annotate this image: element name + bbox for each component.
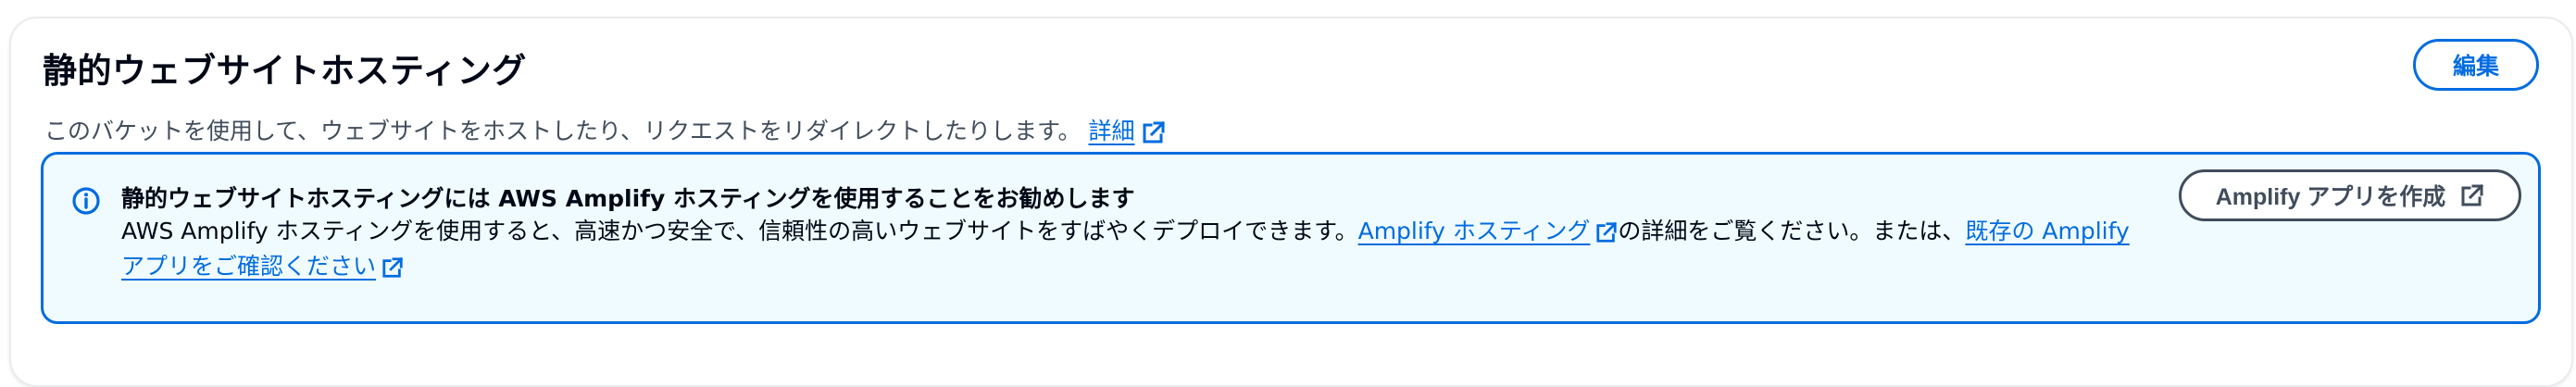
learn-more-label: 詳細 <box>1088 118 1135 144</box>
panel-title: 静的ウェブサイトホスティング <box>43 51 527 91</box>
existing-app-link-part2[interactable]: アプリをご確認ください <box>121 253 376 280</box>
panel-description: このバケットを使用して、ウェブサイトをホストしたり、リクエストをリダイレクトした… <box>44 113 1166 146</box>
external-link-icon <box>2460 183 2484 207</box>
alert-body-text-1: AWS Amplify ホスティングを使用すると、高速かつ安全で、信頼性の高いウ… <box>121 218 1358 244</box>
create-amplify-app-button[interactable]: Amplify アプリを作成 <box>2179 169 2521 221</box>
external-link-icon[interactable] <box>1142 120 1166 144</box>
alert-body-text-2: の詳細をご覧ください。または、 <box>1618 218 1966 244</box>
edit-button[interactable]: 編集 <box>2413 39 2539 91</box>
alert-title: 静的ウェブサイトホスティングには AWS Amplify ホスティングを使用する… <box>121 185 1135 212</box>
alert-body-line-2: アプリをご確認ください <box>121 249 2177 284</box>
alert-body: AWS Amplify ホスティングを使用すると、高速かつ安全で、信頼性の高いウ… <box>121 214 2177 284</box>
amplify-hosting-link[interactable]: Amplify ホスティング <box>1358 218 1591 244</box>
existing-app-link-part1[interactable]: 既存の Amplify <box>1965 218 2129 244</box>
static-website-hosting-panel: 静的ウェブサイトホスティング このバケットを使用して、ウェブサイトをホストしたり… <box>9 17 2573 387</box>
alert-body-line-1: AWS Amplify ホスティングを使用すると、高速かつ安全で、信頼性の高いウ… <box>121 214 2177 249</box>
description-text: このバケットを使用して、ウェブサイトをホストしたり、リクエストをリダイレクトした… <box>44 118 1082 144</box>
amplify-recommendation-alert: 静的ウェブサイトホスティングには AWS Amplify ホスティングを使用する… <box>41 152 2541 324</box>
external-link-icon[interactable] <box>1595 221 1618 243</box>
learn-more-link[interactable]: 詳細 <box>1088 118 1134 144</box>
create-amplify-app-label: Amplify アプリを作成 <box>2215 184 2446 210</box>
info-icon <box>71 186 101 216</box>
external-link-icon[interactable] <box>381 256 404 279</box>
amplify-hosting-link-label: Amplify ホスティング <box>1357 218 1591 244</box>
